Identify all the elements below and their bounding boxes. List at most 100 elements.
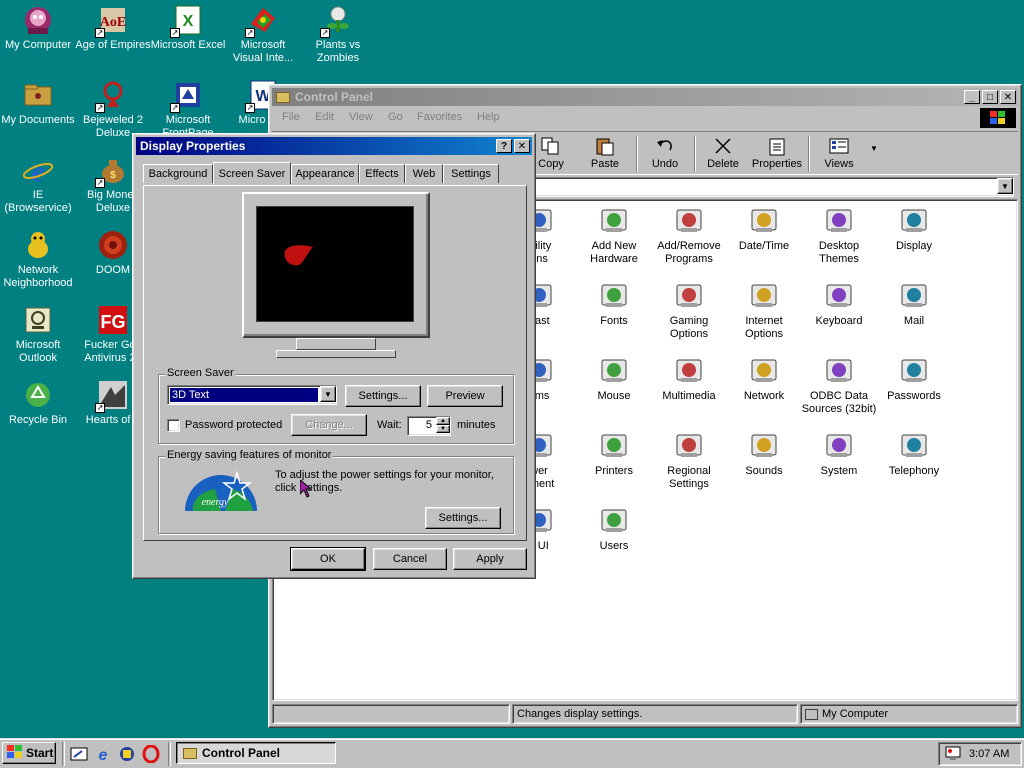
cp-item-desktop-themes[interactable]: Desktop Themes	[801, 204, 877, 266]
clock[interactable]: 3:07 AM	[969, 748, 1009, 760]
tab-panel: Screen Saver 3D Text ▼ Settings... Previ…	[143, 185, 527, 541]
toolbar-properties-button[interactable]: Properties	[750, 132, 804, 176]
menu-favorites[interactable]: Favorites	[417, 111, 462, 123]
tab-web[interactable]: Web	[405, 164, 443, 183]
start-button[interactable]: Start	[2, 742, 56, 764]
close-button[interactable]: ✕	[514, 139, 530, 153]
menu-view[interactable]: View	[349, 111, 373, 123]
screen-saver-dropdown-button[interactable]: ▼	[320, 386, 336, 402]
cp-item-add-hardware[interactable]: Add New Hardware	[576, 204, 652, 266]
desktop-icon-network-neighborhood[interactable]: Network Neighborhood	[0, 229, 76, 290]
cp-item-mail[interactable]: Mail	[876, 279, 952, 328]
help-button[interactable]: ?	[496, 139, 512, 153]
apply-button[interactable]: Apply	[453, 548, 527, 570]
taskbar-separator	[168, 742, 171, 766]
dialog-titlebar[interactable]: Display Properties ? ✕	[136, 137, 532, 155]
cp-item-date-time[interactable]: Date/Time	[726, 204, 802, 253]
password-protected-checkbox[interactable]	[167, 419, 180, 432]
cp-item-fonts[interactable]: Fonts	[576, 279, 652, 328]
screen-saver-select[interactable]: 3D Text ▼	[167, 385, 337, 405]
cancel-button[interactable]: Cancel	[373, 548, 447, 570]
toolbar-delete-button[interactable]: Delete	[696, 132, 750, 176]
address-input[interactable]: ▼	[534, 177, 1014, 197]
energy-settings-button[interactable]: Settings...	[425, 507, 501, 529]
cp-item-users[interactable]: Users	[576, 504, 652, 553]
system-icon	[823, 429, 855, 461]
tab-label: Settings	[451, 168, 491, 180]
change-password-button[interactable]: Change...	[291, 414, 367, 436]
desktop-icon-recycle-bin[interactable]: Recycle Bin	[0, 379, 76, 427]
users-icon	[598, 504, 630, 536]
desktop-icon-bejeweled[interactable]: ↗ Bejeweled 2 Deluxe	[75, 79, 151, 140]
channels-icon[interactable]	[118, 745, 136, 766]
cp-item-add-remove-programs[interactable]: Add/Remove Programs	[651, 204, 727, 266]
tab-appearance[interactable]: Appearance	[291, 164, 359, 183]
cp-item-odbc[interactable]: ODBC Data Sources (32bit)	[801, 354, 877, 416]
cp-item-internet-options[interactable]: Internet Options	[726, 279, 802, 341]
cp-item-keyboard[interactable]: Keyboard	[801, 279, 877, 328]
desktop-icon-frontpage[interactable]: ↗ Microsoft FrontPage	[150, 79, 226, 140]
menu-edit[interactable]: Edit	[315, 111, 334, 123]
control-panel-titlebar[interactable]: Control Panel _ □ ✕	[272, 88, 1018, 106]
cp-item-display[interactable]: Display	[876, 204, 952, 253]
wait-minutes-input[interactable]: 5 ▲ ▼	[407, 416, 451, 436]
close-button[interactable]: ✕	[1000, 90, 1016, 104]
cp-item-label: Fonts	[600, 315, 628, 327]
desktop-icon-age-of-empires[interactable]: AoE ↗ Age of Empires	[75, 4, 151, 52]
regional-settings-icon	[673, 429, 705, 461]
tab-effects[interactable]: Effects	[359, 164, 405, 183]
maximize-button[interactable]: □	[982, 90, 998, 104]
tray-display-icon[interactable]	[945, 745, 961, 764]
status-bar: Changes display settings. My Computer	[272, 704, 1018, 724]
toolbar-views-button[interactable]: Views	[812, 132, 866, 176]
cp-item-label: Mouse	[597, 390, 631, 402]
taskbar-control-panel-button[interactable]: Control Panel	[176, 742, 336, 764]
desktop-icon-my-computer[interactable]: My Computer	[0, 4, 76, 52]
desktop-icon-ie[interactable]: e IE (Browservice)	[0, 154, 76, 215]
opera-icon[interactable]	[142, 744, 160, 766]
cp-item-network[interactable]: Network	[726, 354, 802, 403]
cp-item-telephony[interactable]: Telephony	[876, 429, 952, 478]
cp-item-label: Printers	[595, 465, 633, 477]
toolbar-paste-button[interactable]: Paste	[578, 132, 632, 176]
menu-go[interactable]: Go	[388, 111, 403, 123]
tab-strip: Background Screen Saver Appearance Effec…	[143, 162, 527, 186]
menu-file[interactable]: File	[282, 111, 300, 123]
desktop-icon-visual-interdev[interactable]: ↗ Microsoft Visual Inte...	[225, 4, 301, 65]
tab-label: Effects	[365, 168, 399, 180]
ie-icon[interactable]: e	[94, 745, 112, 766]
address-dropdown-button[interactable]: ▼	[997, 178, 1013, 194]
cp-item-system[interactable]: System	[801, 429, 877, 478]
cp-item-gaming-options[interactable]: Gaming Options	[651, 279, 727, 341]
telephony-icon	[898, 429, 930, 461]
desktop-icon-label: Microsoft Excel	[150, 39, 226, 51]
ok-button[interactable]: OK	[290, 547, 366, 571]
cp-item-multimedia[interactable]: Multimedia	[651, 354, 727, 403]
desktop-icon-plants-vs-zombies[interactable]: ↗ Plants vs Zombies	[300, 4, 376, 65]
cp-item-printers[interactable]: Printers	[576, 429, 652, 478]
preview-button[interactable]: Preview	[427, 385, 503, 407]
cp-item-mouse[interactable]: Mouse	[576, 354, 652, 403]
desktop-icon-outlook[interactable]: Microsoft Outlook	[0, 304, 76, 365]
doom-icon	[97, 229, 129, 261]
tab-background[interactable]: Background	[143, 164, 213, 183]
cp-item-regional-settings[interactable]: Regional Settings	[651, 429, 727, 491]
screen-saver-settings-button[interactable]: Settings...	[345, 385, 421, 407]
toolbar-undo-button[interactable]: Undo	[638, 132, 692, 176]
show-desktop-icon[interactable]	[70, 745, 88, 766]
tab-screen-saver[interactable]: Screen Saver	[213, 162, 291, 184]
desktop-icon-my-documents[interactable]: My Documents	[0, 79, 76, 127]
cp-item-sounds[interactable]: Sounds	[726, 429, 802, 478]
desktop-icon-excel[interactable]: X ↗ Microsoft Excel	[150, 4, 226, 52]
menu-help[interactable]: Help	[477, 111, 500, 123]
wait-spin-up[interactable]: ▲	[436, 417, 450, 425]
minutes-label: minutes	[457, 419, 496, 431]
toolbar-label: Delete	[707, 158, 739, 170]
views-dropdown-arrow-icon[interactable]: ▼	[870, 144, 878, 153]
wait-spin-down[interactable]: ▼	[436, 425, 450, 433]
tab-settings[interactable]: Settings	[443, 164, 499, 183]
cp-item-passwords[interactable]: Passwords	[876, 354, 952, 403]
minimize-button[interactable]: _	[964, 90, 980, 104]
desktop-icon-label: Network Neighborhood	[3, 264, 73, 289]
button-label: Apply	[476, 553, 504, 565]
